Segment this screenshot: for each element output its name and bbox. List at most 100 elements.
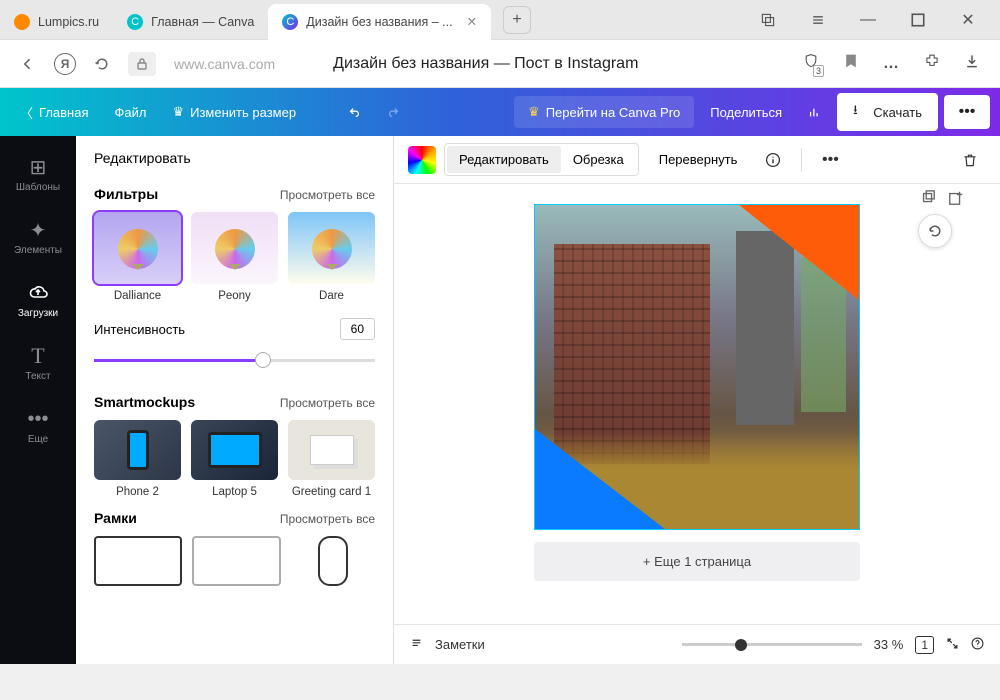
page-count-badge[interactable]: 1 (915, 636, 934, 654)
crown-icon: ♛ (172, 104, 184, 120)
share-button[interactable]: Поделиться (700, 97, 792, 128)
chevron-left-icon: 〈 (20, 103, 33, 122)
home-button[interactable]: 〈Главная (10, 95, 99, 130)
filter-dalliance[interactable]: Dalliance (94, 212, 181, 302)
maximize-icon[interactable] (904, 6, 932, 34)
duplicate-page-icon[interactable] (920, 190, 936, 211)
shield-badge-icon[interactable]: 3 (803, 53, 819, 74)
filter-dare[interactable]: Dare (288, 212, 375, 302)
intensity-slider[interactable] (94, 350, 375, 370)
browser-tab-canva-home[interactable]: C Главная — Canva (113, 4, 268, 40)
download-icon: ⭳ (853, 101, 858, 123)
browser-tab-lumpics[interactable]: Lumpics.ru (0, 4, 113, 40)
canva-icon: C (282, 14, 298, 30)
file-button[interactable]: Файл (105, 97, 157, 128)
help-icon[interactable] (971, 637, 984, 653)
upgrade-pro-button[interactable]: ♛Перейти на Canva Pro (514, 96, 694, 128)
download-indicator-icon[interactable] (964, 53, 980, 74)
rail-text[interactable]: TТекст (3, 335, 73, 392)
mockup-card[interactable]: Greeting card 1 (288, 420, 375, 498)
rail-elements[interactable]: ✦Элементы (3, 209, 73, 266)
delete-icon[interactable] (954, 144, 986, 176)
artboard[interactable] (534, 204, 860, 530)
intensity-value[interactable]: 60 (340, 318, 375, 340)
slider-knob[interactable] (255, 352, 271, 368)
templates-icon: ⊞ (30, 156, 47, 178)
canvas-area: Редактировать Обрезка Перевернуть ••• (394, 136, 1000, 664)
add-page-icon[interactable] (948, 190, 964, 211)
orange-icon (14, 14, 30, 30)
blue-triangle[interactable] (535, 429, 665, 529)
elements-icon: ✦ (30, 219, 47, 241)
smartmockups-see-all[interactable]: Просмотреть все (280, 396, 375, 410)
ctx-edit-button[interactable]: Редактировать (447, 146, 561, 173)
undo-button[interactable] (338, 98, 371, 127)
zoom-value[interactable]: 33 % (874, 637, 904, 652)
insights-button[interactable] (798, 98, 831, 127)
tab-label: Lumpics.ru (38, 15, 99, 29)
browser-tab-active[interactable]: C Дизайн без названия – ... ✕ (268, 4, 491, 40)
orange-triangle[interactable] (739, 205, 859, 300)
bookmark-icon[interactable] (843, 53, 859, 74)
close-window-icon[interactable]: ✕ (954, 6, 982, 34)
notes-label[interactable]: Заметки (435, 637, 485, 652)
menu-icon[interactable] (804, 6, 832, 34)
intensity-label: Интенсивность (94, 322, 185, 337)
back-icon[interactable] (20, 56, 36, 72)
mockup-phone[interactable]: Phone 2 (94, 420, 181, 498)
download-button[interactable]: ⭳ Скачать (837, 93, 938, 131)
text-icon: T (31, 345, 44, 367)
rail-templates[interactable]: ⊞Шаблоны (3, 146, 73, 203)
close-tab-icon[interactable]: ✕ (467, 14, 477, 29)
ext-icon[interactable] (754, 6, 782, 34)
more-options-button[interactable]: ••• (944, 95, 990, 129)
reload-icon[interactable] (94, 56, 110, 72)
zoom-slider[interactable] (682, 643, 862, 646)
ctx-more-icon[interactable]: ••• (814, 144, 846, 176)
fullscreen-icon[interactable] (946, 637, 959, 653)
ctx-flip-button[interactable]: Перевернуть (647, 146, 750, 173)
resize-button[interactable]: ♛Изменить размер (162, 96, 306, 128)
frame-rect-1[interactable] (94, 536, 182, 586)
redo-button[interactable] (377, 98, 410, 127)
rail-more[interactable]: •••Еще (3, 398, 73, 455)
page-title: Дизайн без названия — Пост в Instagram (333, 55, 638, 73)
context-toolbar: Редактировать Обрезка Перевернуть ••• (394, 136, 1000, 184)
workspace[interactable]: + Еще 1 страница (394, 184, 1000, 624)
smartmockups-title: Smartmockups (94, 394, 195, 410)
more-menu-icon[interactable]: … (883, 55, 900, 73)
side-rail: ⊞Шаблоны ✦Элементы Загрузки TТекст •••Ещ… (0, 136, 76, 664)
frames-see-all[interactable]: Просмотреть все (280, 512, 375, 526)
minimize-icon[interactable]: — (854, 6, 882, 34)
filter-peony[interactable]: Peony (191, 212, 278, 302)
frame-phone[interactable] (318, 536, 348, 586)
extensions-icon[interactable] (924, 53, 940, 74)
ctx-crop-button[interactable]: Обрезка (561, 146, 636, 173)
canva-icon: C (127, 14, 143, 30)
edit-panel: Редактировать Фильтры Просмотреть все Da… (76, 136, 394, 664)
info-icon[interactable] (757, 144, 789, 176)
tab-label: Главная — Canva (151, 15, 254, 29)
mockup-laptop[interactable]: Laptop 5 (191, 420, 278, 498)
filters-see-all[interactable]: Просмотреть все (280, 188, 375, 202)
canva-toolbar: 〈Главная Файл ♛Изменить размер ♛Перейти … (0, 88, 1000, 136)
color-picker-button[interactable] (408, 146, 436, 174)
add-page-button[interactable]: + Еще 1 страница (534, 542, 860, 581)
url-domain: www.canva.com (174, 56, 275, 72)
filters-title: Фильтры (94, 186, 158, 202)
frame-rect-2[interactable] (192, 536, 280, 586)
tab-label: Дизайн без названия – ... (306, 15, 452, 29)
new-tab-button[interactable]: + (503, 6, 531, 34)
panel-header: Редактировать (94, 150, 375, 166)
upload-icon (28, 282, 48, 304)
zoom-bar: Заметки 33 % 1 (394, 624, 1000, 664)
rail-uploads[interactable]: Загрузки (3, 272, 73, 329)
crown-icon: ♛ (528, 104, 540, 120)
rotate-button[interactable] (918, 214, 952, 248)
lock-icon (128, 52, 156, 76)
browser-titlebar: Lumpics.ru C Главная — Canva C Дизайн бе… (0, 0, 1000, 40)
address-bar: Я www.canva.com Дизайн без названия — По… (0, 40, 1000, 88)
frames-title: Рамки (94, 510, 137, 526)
yandex-icon[interactable]: Я (54, 53, 76, 75)
notes-icon[interactable] (410, 637, 423, 653)
